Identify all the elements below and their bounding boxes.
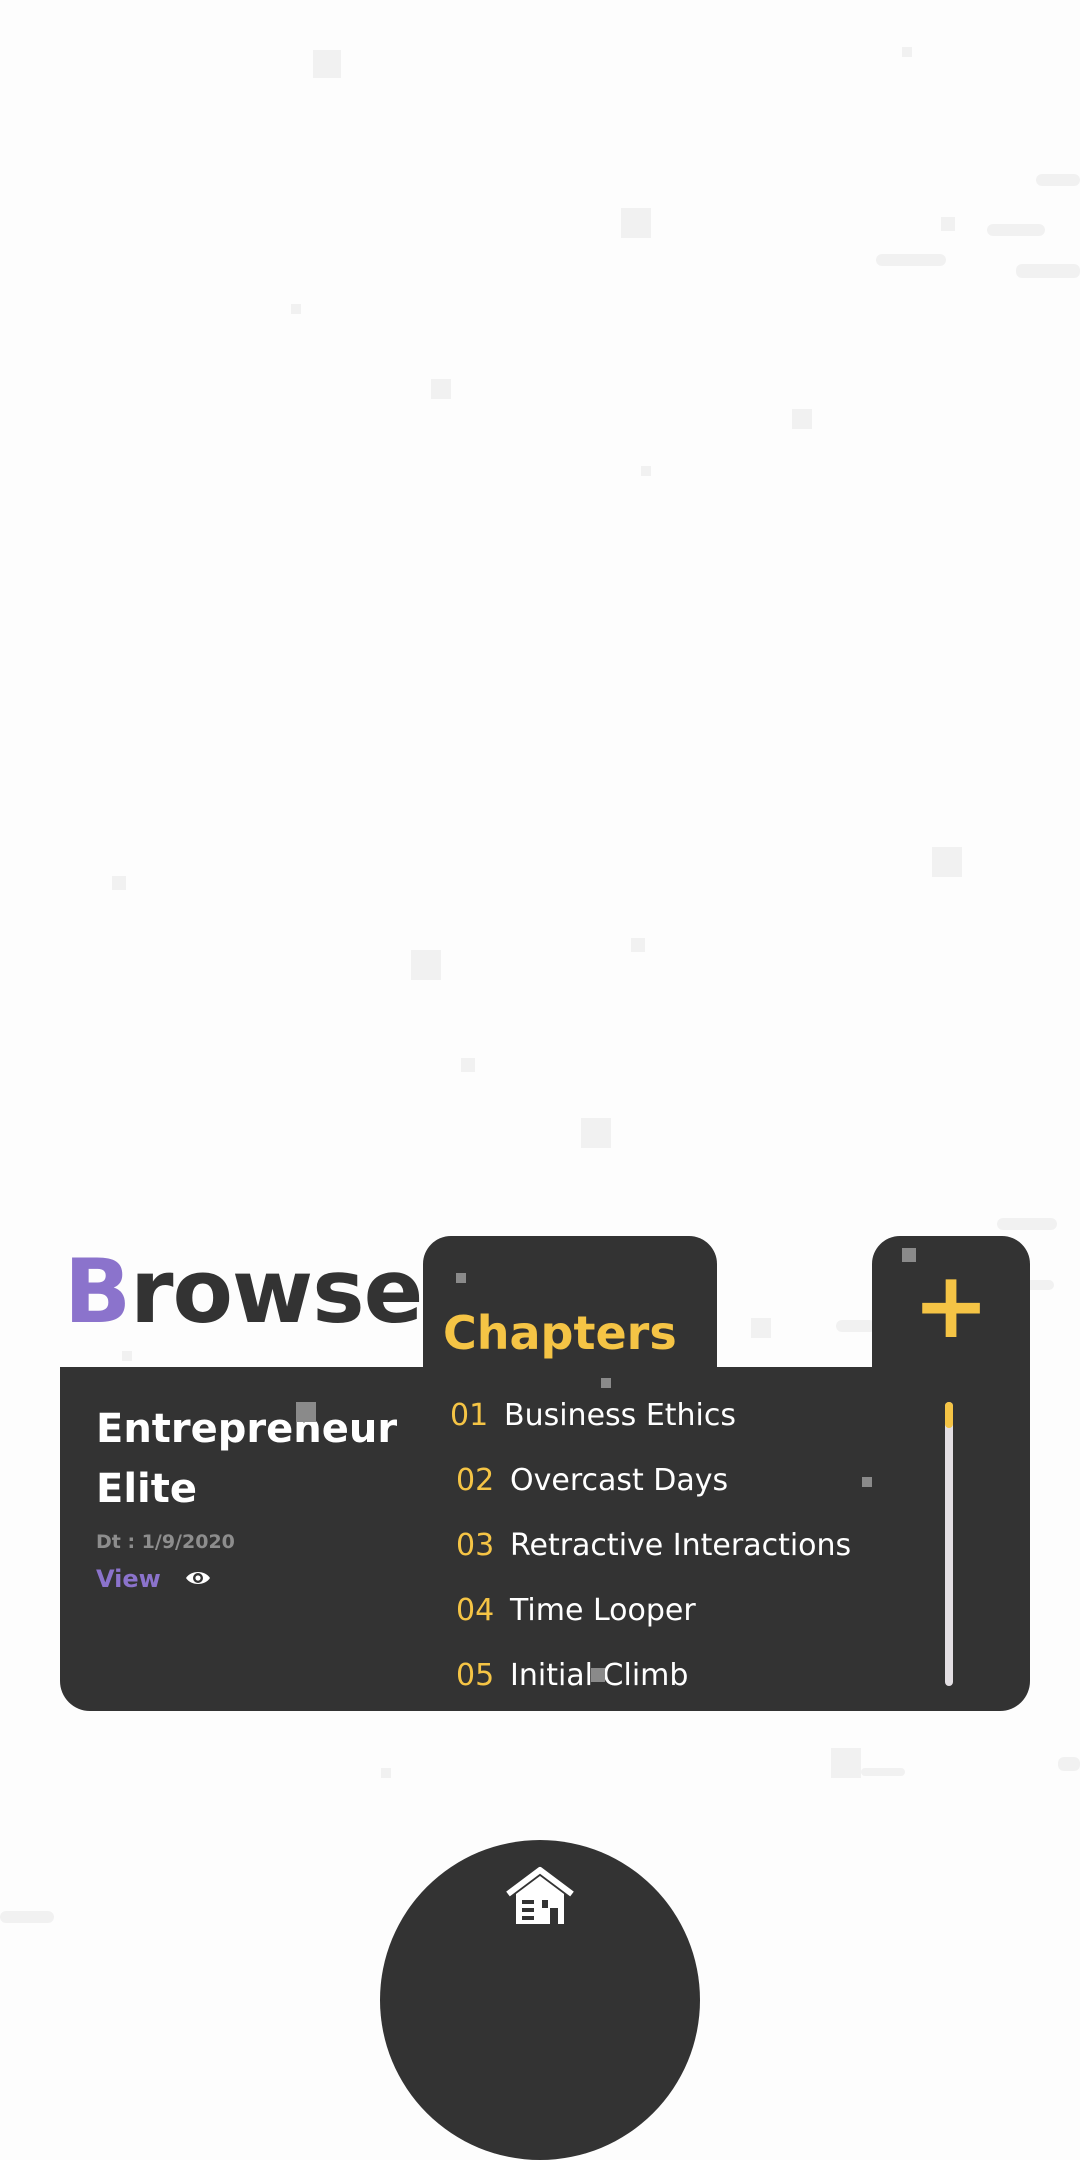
view-link[interactable]: View — [96, 1565, 161, 1593]
chapter-number: 03 — [456, 1528, 495, 1563]
bg-square — [751, 1318, 771, 1338]
bg-square — [792, 409, 812, 429]
bg-square — [381, 1768, 391, 1778]
bg-square — [831, 1748, 861, 1778]
eye-icon[interactable] — [184, 1567, 212, 1589]
book-date: Dt : 1/9/2020 — [96, 1531, 235, 1553]
bg-square — [112, 876, 126, 890]
bg-square — [581, 1118, 611, 1148]
bg-dash — [876, 254, 946, 266]
bg-square — [456, 1273, 466, 1283]
chapter-item[interactable]: 05 Initial Climb — [456, 1651, 688, 1691]
home-icon — [506, 1867, 574, 1924]
chapter-item[interactable]: 04 Time Looper — [456, 1586, 696, 1636]
page-title-first-letter: B — [64, 1240, 131, 1343]
bg-square — [122, 1351, 132, 1361]
chapter-list[interactable]: 01 Business Ethics 02 Overcast Days 03 Retr… — [450, 1391, 930, 1691]
bg-dash — [1036, 174, 1080, 186]
bg-square — [941, 217, 955, 231]
chapter-title: Retractive Interactions — [510, 1528, 852, 1563]
bg-dash — [836, 1320, 876, 1332]
bg-dash — [0, 1911, 54, 1923]
chapter-item[interactable]: 02 Overcast Days — [456, 1456, 728, 1506]
book-card: Entrepreneur Elite Dt : 1/9/2020 View 01… — [60, 1367, 1030, 1711]
scrollbar-thumb[interactable] — [945, 1402, 953, 1428]
tab-chapters[interactable]: Chapters — [423, 1236, 717, 1376]
plus-icon: + — [912, 1252, 990, 1359]
bg-dash — [1016, 264, 1080, 278]
bg-square — [591, 1668, 605, 1682]
page-title-rest: rowse — [130, 1240, 423, 1343]
bg-dash — [1058, 1757, 1080, 1771]
bg-square — [431, 379, 451, 399]
chapter-number: 02 — [456, 1463, 495, 1498]
bg-square — [313, 50, 341, 78]
bg-square — [296, 1402, 316, 1422]
bg-square — [902, 47, 912, 57]
chapter-scrollbar[interactable] — [945, 1402, 953, 1686]
bg-square — [631, 938, 645, 952]
bg-square — [461, 1058, 475, 1072]
chapter-number: 01 — [450, 1398, 489, 1433]
chapter-title: Business Ethics — [504, 1398, 737, 1433]
bg-square — [641, 466, 651, 476]
bg-square — [411, 950, 441, 980]
chapter-item[interactable]: 03 Retractive Interactions — [456, 1521, 851, 1571]
bg-square — [862, 1477, 872, 1487]
bg-dash — [987, 224, 1045, 236]
bg-square — [291, 304, 301, 314]
bg-square — [902, 1248, 916, 1262]
chapter-title: Overcast Days — [510, 1463, 729, 1498]
chapter-item[interactable]: 01 Business Ethics — [450, 1391, 736, 1441]
bg-square — [601, 1378, 611, 1388]
chapter-number: 04 — [456, 1593, 495, 1628]
chapter-number: 05 — [456, 1658, 495, 1691]
home-button[interactable] — [380, 1840, 700, 2160]
bg-dash — [997, 1218, 1057, 1230]
chapter-title: Time Looper — [510, 1593, 696, 1628]
book-title: Entrepreneur Elite — [96, 1406, 398, 1512]
page-title: Browse — [64, 1240, 423, 1343]
bg-square — [932, 847, 962, 877]
tab-chapters-label: Chapters — [443, 1306, 677, 1360]
bg-dash — [861, 1768, 905, 1776]
bg-square — [621, 208, 651, 238]
